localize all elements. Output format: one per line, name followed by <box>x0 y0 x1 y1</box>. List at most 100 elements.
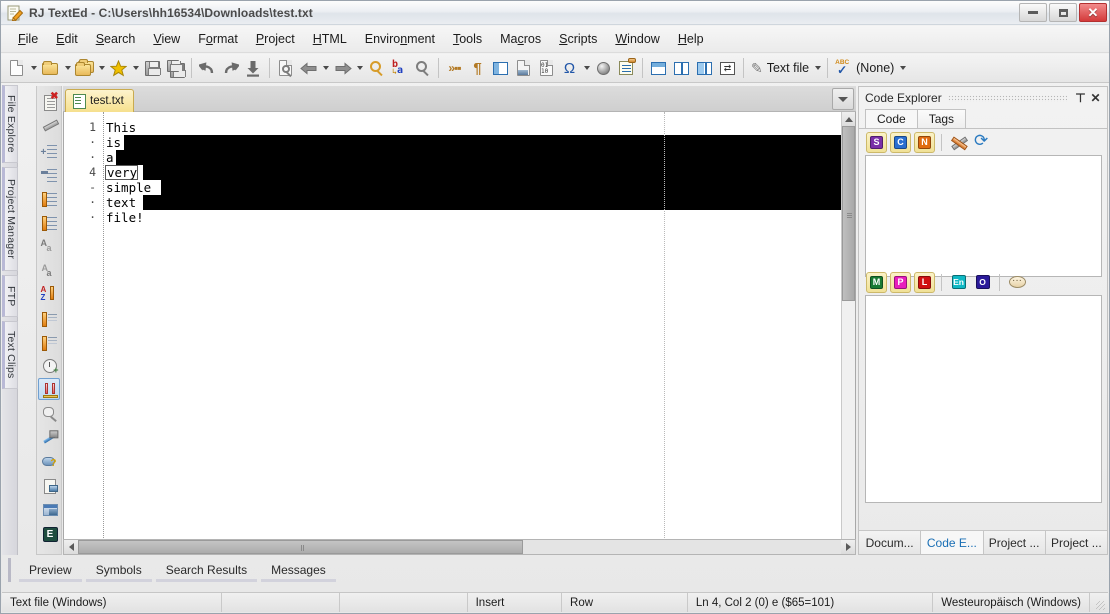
save-all-icon[interactable] <box>164 57 187 80</box>
menu-scripts[interactable]: Scripts <box>550 28 606 50</box>
code-area[interactable]: This is a very simple text file! <box>105 112 855 554</box>
menu-help[interactable]: Help <box>669 28 713 50</box>
scroll-left-button[interactable] <box>64 540 78 554</box>
tab-tags[interactable]: Tags <box>916 109 967 128</box>
close-icon[interactable]: ✕ <box>1088 90 1103 106</box>
scroll-up-button[interactable] <box>842 112 855 126</box>
menu-tools[interactable]: Tools <box>444 28 491 50</box>
editor-vertical-scrollbar[interactable] <box>841 112 855 554</box>
sidebar-item-file-explore[interactable]: File Explore <box>2 85 18 163</box>
snippets-icon[interactable] <box>615 57 638 80</box>
back-dropdown[interactable] <box>320 57 331 80</box>
local-filter-button[interactable]: L <box>914 271 935 293</box>
special-characters-dropdown[interactable] <box>581 57 592 80</box>
drag-handle[interactable] <box>947 94 1067 102</box>
chevron-down-icon[interactable] <box>832 88 854 110</box>
text-editor[interactable]: 1 · · 4 - · · This is a very simple text… <box>63 112 856 555</box>
bottom-tab-symbols[interactable]: Symbols <box>85 561 152 582</box>
show-formatting-marks-icon[interactable]: ¶ <box>466 57 489 80</box>
status-select-mode[interactable]: Row <box>562 593 688 612</box>
menu-format[interactable]: Format <box>189 28 247 50</box>
navigate-forward-icon[interactable] <box>331 57 354 80</box>
menu-macros[interactable]: Macros <box>491 28 550 50</box>
print-preview-icon[interactable] <box>274 57 297 80</box>
sidebar-item-ftp[interactable]: FTP <box>2 275 18 317</box>
dock-tab-documents[interactable]: Docum... <box>859 531 922 554</box>
object-filter-button[interactable]: O <box>972 272 993 293</box>
refresh-icon[interactable] <box>972 132 993 153</box>
settings-wrench-icon[interactable] <box>948 132 969 153</box>
pin-icon[interactable]: ⊤ <box>1073 90 1088 106</box>
spellcheck-dropdown-arrow[interactable] <box>897 57 908 80</box>
dock-tab-code-explorer[interactable]: Code E... <box>921 531 984 554</box>
cloud-help-icon[interactable] <box>38 450 60 472</box>
replace-icon[interactable]: b a ↳ <box>388 57 411 80</box>
editor-e-icon[interactable]: E <box>38 522 60 544</box>
namespace-filter-button[interactable]: N <box>914 131 935 153</box>
toggle-panels-icon[interactable] <box>489 57 512 80</box>
hscroll-track[interactable] <box>78 540 841 554</box>
split-vertical-icon[interactable] <box>670 57 693 80</box>
close-button[interactable]: ✕ <box>1079 3 1107 22</box>
sidebar-item-project-manager[interactable]: Project Manager <box>2 167 18 271</box>
undo-icon[interactable] <box>196 57 219 80</box>
bottom-tab-preview[interactable]: Preview <box>19 561 82 582</box>
open-files-icon[interactable] <box>73 57 96 80</box>
spellcheck-combo[interactable]: (None) <box>832 57 897 79</box>
vertical-scroll-thumb[interactable] <box>842 126 855 301</box>
open-files-dropdown[interactable] <box>96 57 107 80</box>
resize-grip[interactable] <box>1090 593 1108 612</box>
tab-code[interactable]: Code <box>865 109 918 128</box>
find-icon[interactable] <box>365 57 388 80</box>
navigate-back-icon[interactable] <box>297 57 320 80</box>
window-snapshot-icon[interactable] <box>38 498 60 520</box>
save-icon[interactable] <box>141 57 164 80</box>
build-hammer-icon[interactable] <box>38 426 60 448</box>
document-key-icon[interactable] <box>38 474 60 496</box>
dock-tab-project-2[interactable]: Project ... <box>1046 531 1107 554</box>
column-mode-icon[interactable] <box>38 378 60 400</box>
status-insert-mode[interactable]: Insert <box>468 593 563 612</box>
code-detail-list[interactable] <box>865 295 1102 503</box>
code-symbol-list[interactable] <box>865 155 1102 277</box>
new-folder-dropdown[interactable] <box>62 57 73 80</box>
enum-filter-button[interactable]: En <box>948 272 969 293</box>
sort-ascending-icon[interactable] <box>38 306 60 328</box>
favorites-star-icon[interactable] <box>107 57 130 80</box>
bottom-tab-messages[interactable]: Messages <box>261 561 336 582</box>
compare-files-icon[interactable]: ⇄ <box>716 57 739 80</box>
sort-a-z-icon[interactable]: A Z <box>38 282 60 304</box>
editor-horizontal-scrollbar[interactable] <box>63 539 856 555</box>
menu-edit[interactable]: Edit <box>47 28 87 50</box>
editor-tab-test-txt[interactable]: test.txt <box>65 89 134 112</box>
special-characters-icon[interactable]: Ω <box>558 57 581 80</box>
new-folder-icon[interactable] <box>39 57 62 80</box>
insert-image-icon[interactable] <box>512 57 535 80</box>
menu-view[interactable]: View <box>144 28 189 50</box>
scope-filter-button[interactable]: S <box>866 131 887 153</box>
find-in-selection-icon[interactable] <box>38 402 60 424</box>
delete-document-icon[interactable]: ✖ <box>38 90 60 112</box>
sidebar-item-text-clips[interactable]: Text Clips <box>2 321 18 389</box>
scroll-right-button[interactable] <box>841 540 855 554</box>
method-filter-button[interactable]: M <box>866 271 887 293</box>
horizontal-scroll-thumb[interactable] <box>78 540 523 554</box>
dock-tab-project-1[interactable]: Project ... <box>984 531 1046 554</box>
increase-indent-icon[interactable]: + <box>38 138 60 160</box>
filetype-combo[interactable]: ✎ Text file <box>748 57 812 79</box>
menu-project[interactable]: Project <box>247 28 304 50</box>
uppercase-icon[interactable]: A a <box>38 234 60 256</box>
minimize-button[interactable] <box>1019 3 1047 22</box>
menu-file[interactable]: File <box>9 28 47 50</box>
move-line-down-icon[interactable] <box>38 210 60 232</box>
maximize-button[interactable] <box>1049 3 1077 22</box>
move-line-up-icon[interactable] <box>38 186 60 208</box>
menu-html[interactable]: HTML <box>304 28 356 50</box>
class-filter-button[interactable]: C <box>890 131 911 153</box>
forward-dropdown[interactable] <box>354 57 365 80</box>
comment-bubble-icon[interactable] <box>1006 272 1027 293</box>
menu-window[interactable]: Window <box>606 28 668 50</box>
edit-pencil-icon[interactable] <box>38 114 60 136</box>
status-encoding[interactable]: Westeuropäisch (Windows) <box>933 593 1090 612</box>
split-columns-icon[interactable] <box>693 57 716 80</box>
